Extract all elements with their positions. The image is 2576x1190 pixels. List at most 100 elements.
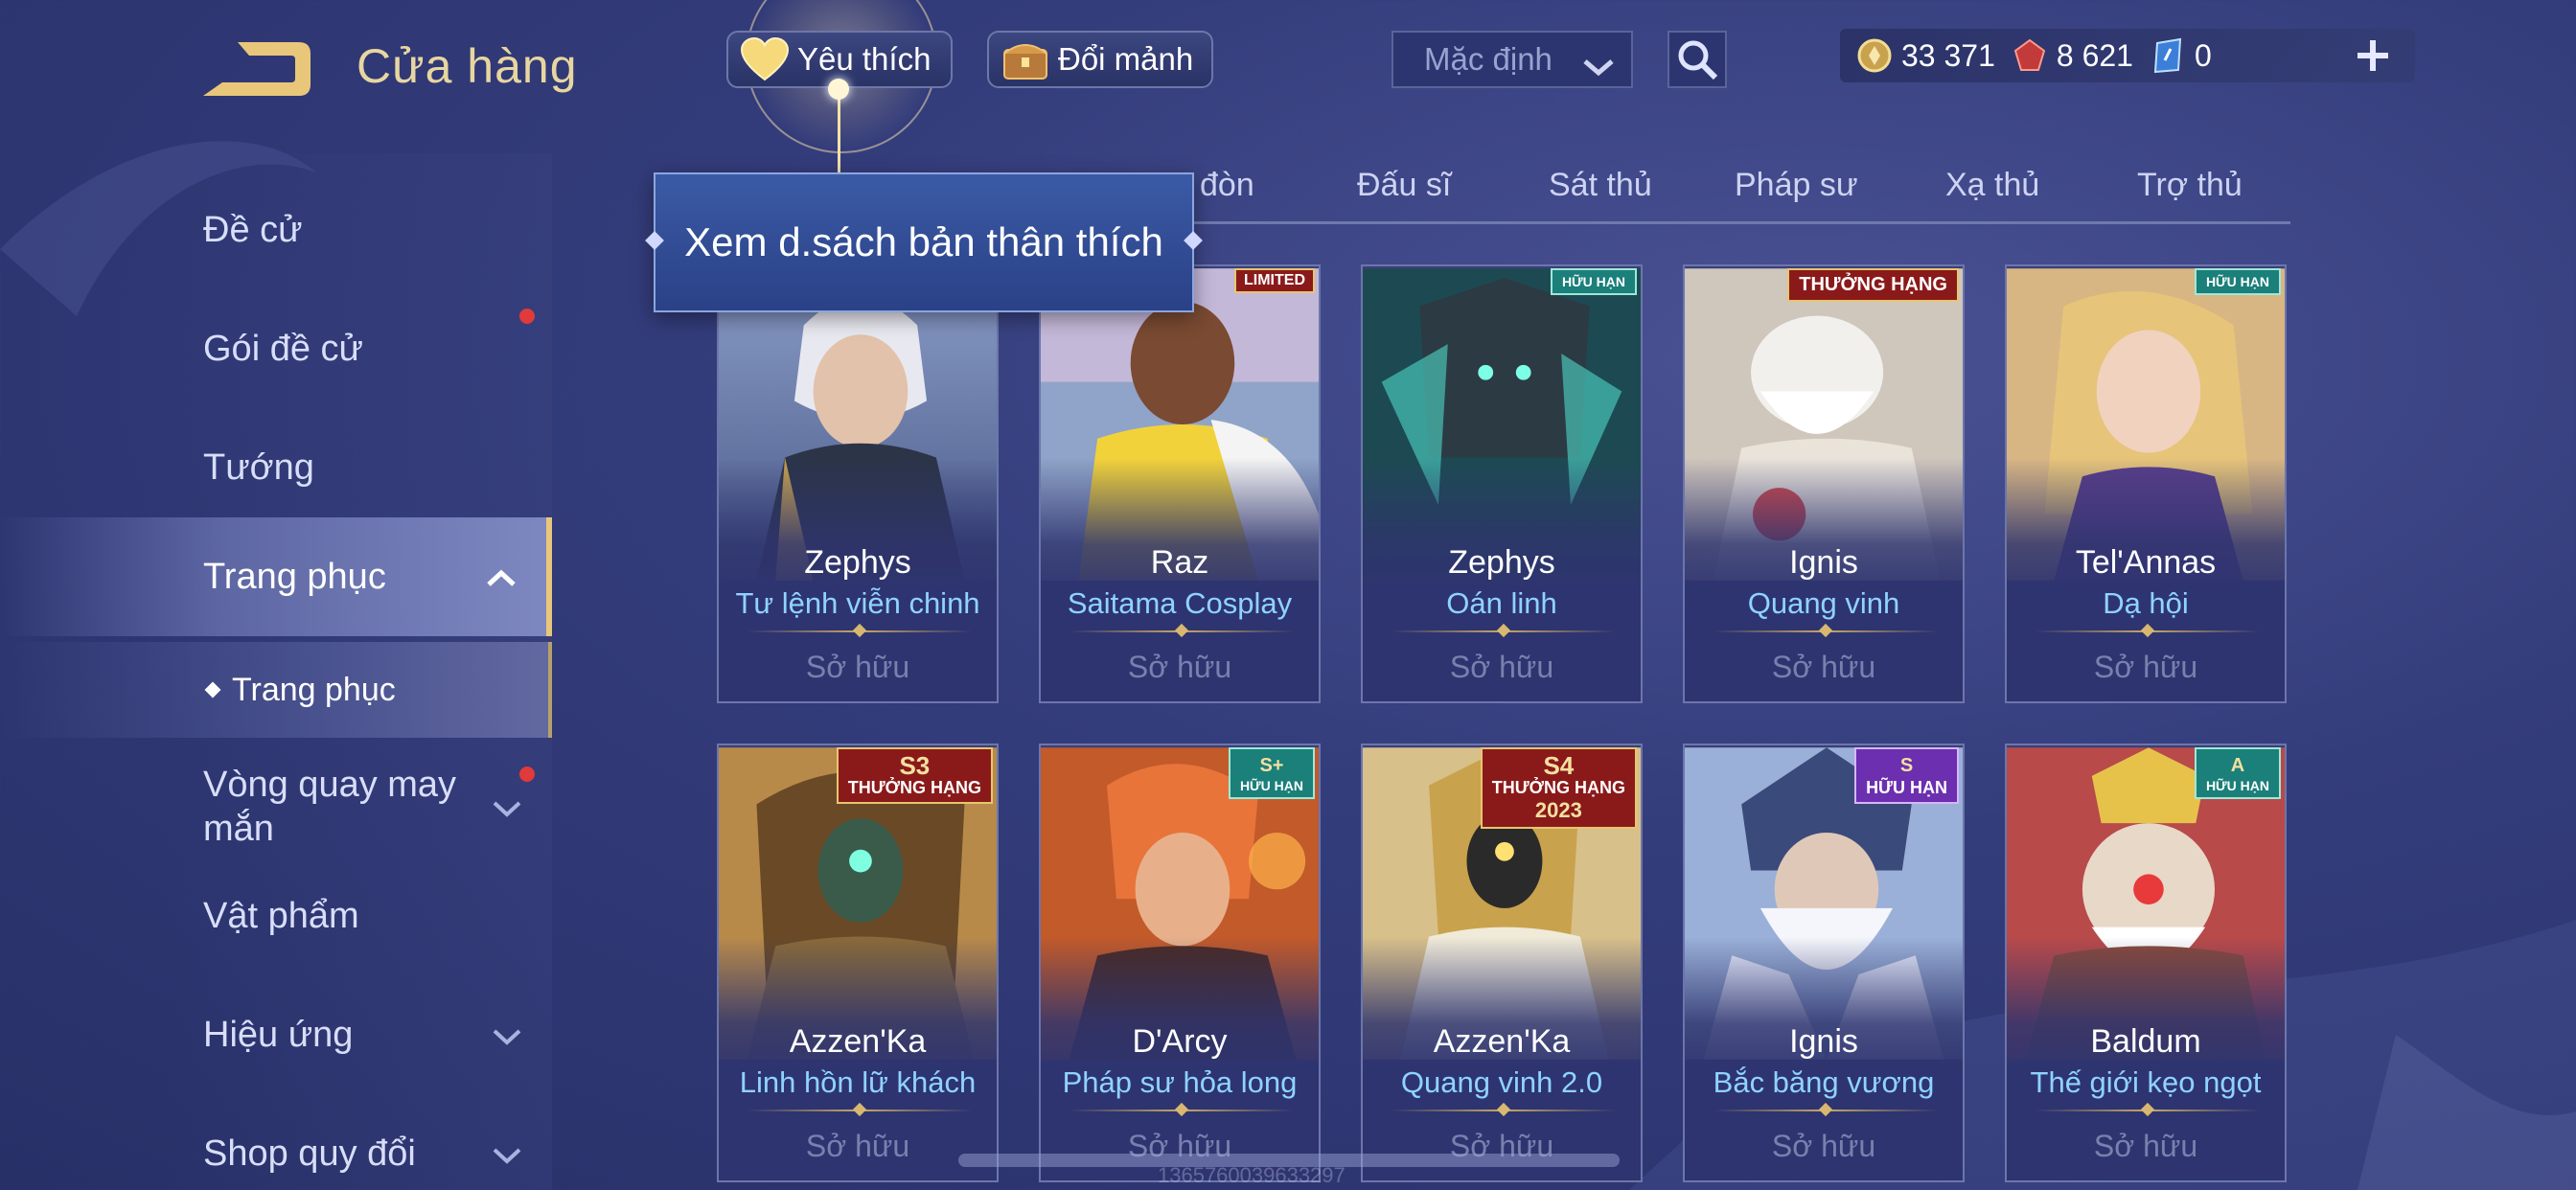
rank-reward-badge: S3 THƯỞNG HẠNG [836,747,993,804]
skin-card[interactable]: Zephys Tư lệnh viễn chinh Sở hữu [717,264,999,703]
skin-name: Oán linh [1446,586,1557,620]
hero-name: Azzen'Ka [1433,1023,1571,1060]
shard-exchange-button[interactable]: Đổi mảnh [987,31,1213,88]
tab-support[interactable]: Trợ thủ [2137,167,2242,204]
owned-status: Sở hữu [1771,1129,1876,1163]
badge-label: THƯỞNG HẠNG [1491,778,1625,797]
skin-card[interactable]: S3 THƯỞNG HẠNG Azzen'Ka Linh hồn lữ khách… [717,744,999,1182]
back-arrow-icon [203,42,310,96]
gem-amount: 8 621 [2056,37,2133,73]
owned-status: Sở hữu [805,650,910,684]
rank-label: A [2230,755,2245,776]
rank-label: S [1899,755,1914,776]
chevron-down-icon [491,785,523,829]
tab-assassin[interactable]: Sát thủ [1549,167,1652,204]
red-gem-icon [2011,36,2049,75]
add-currency-button[interactable] [2346,29,2400,82]
sidebar: Đề cử Gói đề cử Tướng Trang phục Trang p… [0,153,556,1190]
hero-name: D'Arcy [1132,1023,1228,1060]
skin-card[interactable]: LIMITED Raz Saitama Cosplay Sở hữu [1039,264,1321,703]
owned-status: Sở hữu [1127,650,1232,684]
sidebar-item-effects[interactable]: Hiệu ứng [0,996,552,1073]
tab-tank[interactable]: đòn [1200,167,1254,204]
skin-name: Thế giới kẹo ngọt [2030,1065,2262,1099]
sidebar-item-skins[interactable]: Trang phục [0,517,552,636]
voucher-amount: 0 [2194,37,2212,73]
owned-status: Sở hữu [2093,650,2198,684]
sidebar-item-exchange-shop[interactable]: Shop quy đổi [0,1115,552,1190]
skin-card[interactable]: HỮU HẠN Tel'Annas Dạ hội Sở hữu [2005,264,2287,703]
limited-badge: LIMITED [1234,268,1315,293]
owned-status: Sở hữu [805,1129,910,1163]
sort-dropdown[interactable]: Mặc định [1392,31,1633,88]
hero-name: Raz [1150,544,1209,581]
limited-time-badge: HỮU HẠN [2194,268,2281,295]
shard-label: Đổi mảnh [1058,41,1194,77]
hero-name: Baldum [2090,1023,2201,1060]
hero-name: Ignis [1789,544,1858,581]
sidebar-item-label: Shop quy đổi [203,1133,416,1174]
favorite-label: Yêu thích [797,41,932,77]
skin-card[interactable]: S4 THƯỞNG HẠNG 2023 Azzen'Ka Quang vinh 2.… [1361,744,1643,1182]
tab-fighter[interactable]: Đấu sĩ [1357,167,1451,204]
gold-amount: 33 371 [1901,37,1995,73]
page-title: Cửa hàng [356,39,578,93]
sidebar-item-items[interactable]: Vật phẩm [0,878,552,954]
tab-marksman[interactable]: Xạ thủ [1945,167,2039,204]
skin-name: Dạ hội [2103,586,2189,620]
sidebar-item-label: Đề cử [203,209,303,250]
sidebar-subitem-skins[interactable]: Trang phục [0,642,552,738]
sidebar-item-featured-packs[interactable]: Gói đề cử [0,309,552,387]
player-id-watermark: 1365760039633297 [1158,1163,1346,1187]
search-button[interactable] [1668,31,1727,88]
voucher-icon [2149,36,2187,75]
hero-name: Zephys [804,544,911,581]
chevron-down-icon [491,1015,523,1056]
skin-name: Bắc băng vương [1713,1065,1935,1099]
year-label: 2023 [1534,798,1582,822]
sidebar-item-featured[interactable]: Đề cử [0,192,552,268]
sidebar-subitem-label: Trang phục [232,671,396,708]
rank-reward-badge: S4 THƯỞNG HẠNG 2023 [1480,747,1637,829]
badge-label: HỮU HẠN [1866,778,1947,797]
owned-status: Sở hữu [1449,650,1554,684]
notification-dot [519,309,535,324]
skin-grid: Zephys Tư lệnh viễn chinh Sở hữu LIMITED… [717,264,2288,1190]
notification-dot [519,767,535,782]
badge-label: THƯỞNG HẠNG [847,778,981,797]
diamond-bullet-icon [204,681,221,698]
sidebar-item-label: Hiệu ứng [203,1014,354,1055]
chevron-down-icon [491,1133,523,1175]
sidebar-item-label: Vòng quay may mắn [203,765,457,849]
sidebar-item-lucky-wheel[interactable]: Vòng quay may mắn [0,747,552,866]
badge-label: HỮU HẠN [2205,778,2269,793]
sort-value: Mặc định [1424,41,1552,77]
skin-name: Quang vinh 2.0 [1400,1065,1603,1099]
hero-name: Azzen'Ka [789,1023,927,1060]
tab-mage[interactable]: Pháp sư [1735,167,1858,204]
skin-card[interactable]: HỮU HẠN Zephys Oán linh Sở hữu [1361,264,1643,703]
currency-bar: 33 371 8 621 0 [1840,29,2415,82]
limited-time-badge: A HỮU HẠN [2194,747,2281,799]
sidebar-item-label: Trang phục [203,556,386,597]
favorite-tooltip: Xem d.sách bản thân thích [654,172,1194,312]
rank-reward-badge: THƯỞNG HẠNG [1787,268,1959,302]
chevron-down-icon [1581,50,1616,86]
skin-name: Tư lệnh viễn chinh [735,586,980,620]
skin-card[interactable]: A HỮU HẠN Baldum Thế giới kẹo ngọt Sở hữu [2005,744,2287,1182]
limited-time-badge: S+ HỮU HẠN [1228,747,1315,799]
heart-icon [740,36,790,82]
voucher-currency: 0 [2149,36,2212,75]
sidebar-item-heroes[interactable]: Tướng [0,429,552,506]
skin-name: Saitama Cosplay [1067,586,1293,620]
hero-name: Zephys [1448,544,1555,581]
gold-currency: 33 371 [1855,36,1995,75]
skin-card[interactable]: S HỮU HẠN Ignis Bắc băng vương Sở hữu [1683,744,1965,1182]
skin-card[interactable]: THƯỞNG HẠNG Ignis Quang vinh Sở hữu [1683,264,1965,703]
chevron-up-icon [485,557,518,598]
back-button[interactable] [199,36,312,100]
season-label: S4 [1543,751,1575,780]
gem-currency: 8 621 [2011,36,2133,75]
skin-card[interactable]: S+ HỮU HẠN D'Arcy Pháp sư hỏa long Sở hữu [1039,744,1321,1182]
owned-status: Sở hữu [1771,650,1876,684]
